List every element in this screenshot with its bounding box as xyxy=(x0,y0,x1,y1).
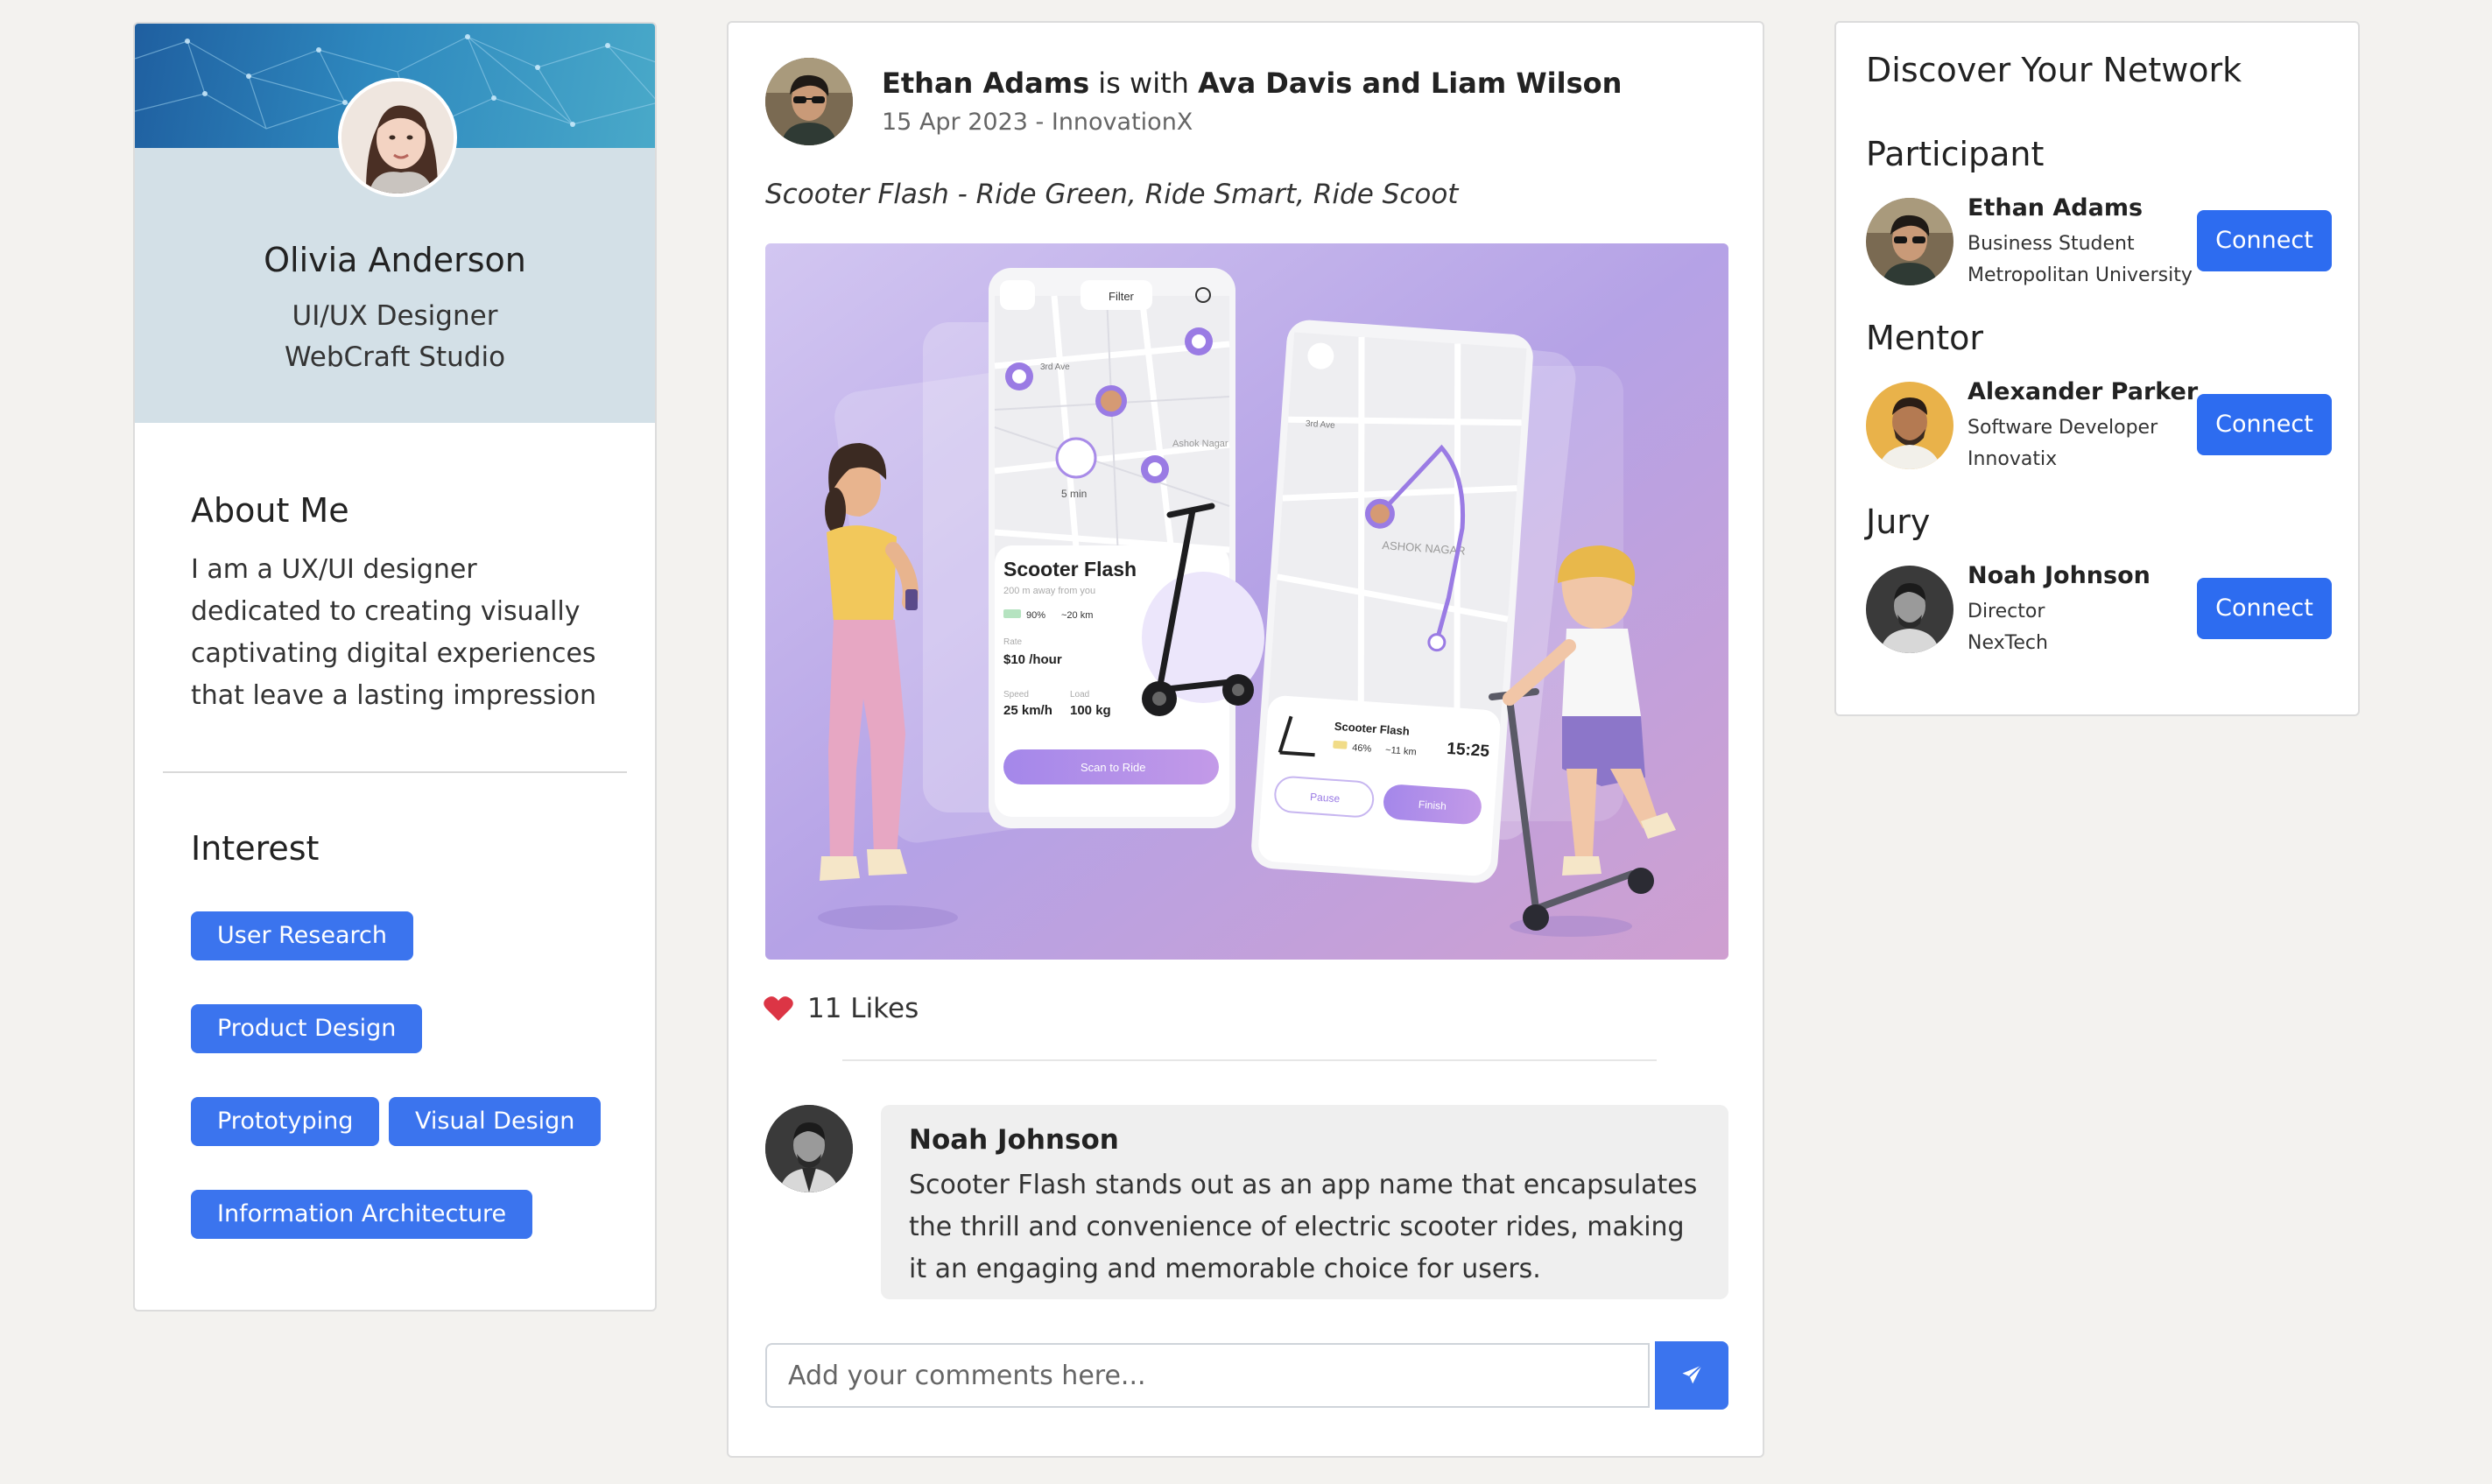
svg-text:5 min: 5 min xyxy=(1061,488,1087,500)
profile-card: Olivia Anderson UI/UX Designer WebCraft … xyxy=(133,22,657,1312)
send-icon xyxy=(1682,1364,1703,1384)
profile-avatar[interactable] xyxy=(338,78,457,197)
svg-text:Scooter Flash: Scooter Flash xyxy=(1003,558,1137,580)
network-person-name[interactable]: Alexander Parker xyxy=(1968,378,2198,405)
network-section-heading: Mentor xyxy=(1866,319,1984,357)
network-person-name[interactable]: Noah Johnson xyxy=(1968,562,2151,589)
connect-button[interactable]: Connect xyxy=(2197,578,2332,639)
svg-text:~20 km: ~20 km xyxy=(1061,610,1093,621)
interest-tag[interactable]: Visual Design xyxy=(389,1097,602,1146)
post-caption: Scooter Flash - Ride Green, Ride Smart, … xyxy=(765,179,1459,210)
likes-count: 11 Likes xyxy=(807,993,919,1024)
profile-company: WebCraft Studio xyxy=(284,341,506,373)
network-avatar[interactable] xyxy=(1866,198,1953,285)
post-with-text: is with xyxy=(1098,67,1189,100)
network-person-org: NexTech xyxy=(1968,632,2048,654)
network-title: Discover Your Network xyxy=(1866,51,2242,89)
connect-button[interactable]: Connect xyxy=(2197,210,2332,271)
network-person-name[interactable]: Ethan Adams xyxy=(1968,194,2143,222)
network-section-heading: Participant xyxy=(1866,135,2045,173)
post-tagged-people[interactable]: Ava Davis and Liam Wilson xyxy=(1198,67,1622,100)
post-author-avatar[interactable] xyxy=(765,58,853,145)
network-card: Discover Your Network Participant Ethan … xyxy=(1834,21,2360,716)
interest-tag[interactable]: Product Design xyxy=(191,1004,423,1053)
interest-heading: Interest xyxy=(191,829,320,868)
profile-divider xyxy=(163,771,627,773)
network-person-title: Software Developer xyxy=(1968,417,2158,439)
network-avatar[interactable] xyxy=(1866,566,1953,653)
network-person-org: Innovatix xyxy=(1968,448,2058,470)
about-heading: About Me xyxy=(191,491,349,530)
about-text: I am a UX/UI designer dedicated to creat… xyxy=(191,554,597,711)
svg-text:3rd Ave: 3rd Ave xyxy=(1040,362,1070,372)
svg-text:Filter: Filter xyxy=(1109,290,1135,303)
post-header: Ethan Adams is with Ava Davis and Liam W… xyxy=(882,67,1622,100)
svg-text:Rate: Rate xyxy=(1003,637,1023,647)
comment-input[interactable] xyxy=(765,1343,1650,1408)
svg-text:Load: Load xyxy=(1070,690,1089,700)
comment-author-name[interactable]: Noah Johnson xyxy=(909,1124,1119,1156)
svg-text:$10 /hour: $10 /hour xyxy=(1003,652,1062,667)
comment-author-avatar[interactable] xyxy=(765,1105,853,1192)
post-meta: 15 Apr 2023 - InnovationX xyxy=(882,109,1193,136)
interest-tag[interactable]: Information Architecture xyxy=(191,1190,533,1239)
send-comment-button[interactable] xyxy=(1655,1341,1728,1410)
svg-text:100 kg: 100 kg xyxy=(1070,703,1111,718)
svg-text:15:25: 15:25 xyxy=(1447,740,1490,761)
post-author-name[interactable]: Ethan Adams xyxy=(882,67,1089,100)
svg-text:200 m away from you: 200 m away from you xyxy=(1003,586,1095,596)
comment-text: Scooter Flash stands out as an app name … xyxy=(909,1170,1698,1284)
svg-text:Speed: Speed xyxy=(1003,690,1029,700)
interest-tag[interactable]: Prototyping xyxy=(191,1097,380,1146)
likes-row: 11 Likes xyxy=(764,993,919,1024)
network-person-title: Director xyxy=(1968,601,2045,622)
post-image: Filter 3rd Ave Ashok Nagar 5 min Scooter… xyxy=(765,243,1728,960)
network-person-org: Metropolitan University xyxy=(1968,264,2193,286)
profile-header: Olivia Anderson UI/UX Designer WebCraft … xyxy=(135,78,655,423)
connect-button[interactable]: Connect xyxy=(2197,394,2332,455)
network-section-heading: Jury xyxy=(1866,503,1931,541)
left-phone-mockup: Filter 3rd Ave Ashok Nagar 5 min Scooter… xyxy=(989,268,1264,828)
svg-text:~11 km: ~11 km xyxy=(1385,745,1417,757)
svg-text:Pause: Pause xyxy=(1310,791,1341,805)
svg-text:25 km/h: 25 km/h xyxy=(1003,703,1052,718)
post-divider xyxy=(842,1059,1657,1061)
svg-text:Scan to Ride: Scan to Ride xyxy=(1081,761,1145,774)
svg-text:46%: 46% xyxy=(1352,742,1372,755)
network-person-title: Business Student xyxy=(1968,233,2135,255)
profile-role: UI/UX Designer xyxy=(292,300,498,332)
right-phone-mockup: 3rd Ave ASHOK NAGAR Scooter Flash 46% ~1… xyxy=(1251,320,1533,883)
profile-name: Olivia Anderson xyxy=(264,241,526,279)
svg-text:Ashok Nagar: Ashok Nagar xyxy=(1172,439,1228,449)
network-avatar[interactable] xyxy=(1866,382,1953,469)
heart-icon[interactable] xyxy=(764,995,793,1022)
post-card: Ethan Adams is with Ava Davis and Liam W… xyxy=(727,21,1764,1458)
svg-text:Finish: Finish xyxy=(1418,798,1447,812)
interest-tag[interactable]: User Research xyxy=(191,911,413,960)
svg-text:90%: 90% xyxy=(1026,610,1045,621)
comment-bubble: Noah Johnson Scooter Flash stands out as… xyxy=(881,1105,1728,1299)
